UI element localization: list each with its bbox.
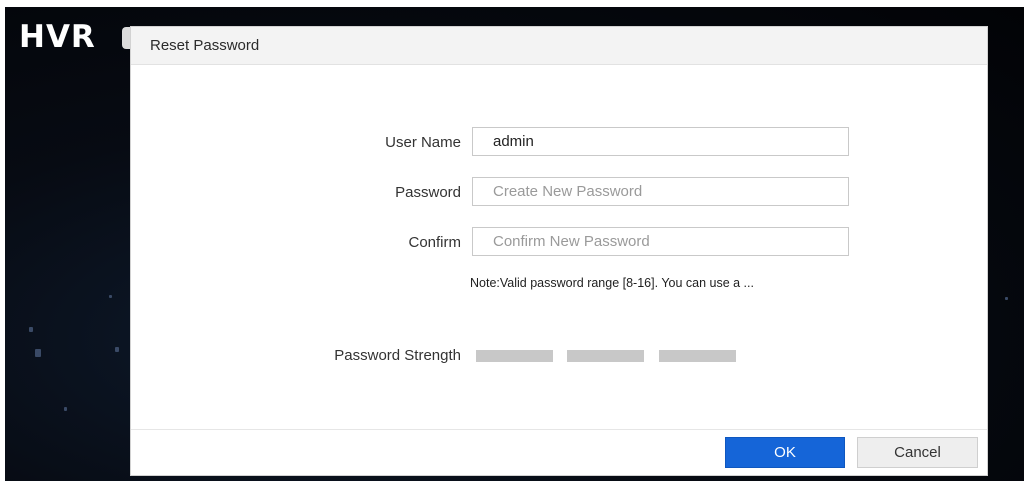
background-speck — [115, 347, 119, 352]
password-label: Password — [395, 184, 461, 201]
background-speck — [109, 295, 112, 298]
password-strength-label: Password Strength — [334, 347, 461, 364]
footer-divider — [131, 429, 987, 430]
reset-password-dialog: Reset Password User Name Password Confir… — [130, 26, 988, 476]
password-field[interactable] — [472, 177, 849, 206]
background-speck — [64, 407, 67, 411]
dialog-title: Reset Password — [150, 37, 260, 54]
password-strength-segment-1 — [476, 350, 553, 362]
confirm-label: Confirm — [408, 234, 461, 251]
background-speck — [29, 327, 33, 332]
dialog-header: Reset Password — [131, 27, 987, 65]
background-speck — [1005, 297, 1008, 300]
brand-logo: HVR — [19, 19, 96, 55]
brand-logo-tail — [122, 27, 130, 49]
password-note: Note:Valid password range [8-16]. You ca… — [470, 276, 754, 290]
username-label: User Name — [385, 134, 461, 151]
ok-button[interactable]: OK — [725, 437, 845, 468]
confirm-password-field[interactable] — [472, 227, 849, 256]
password-strength-segment-3 — [659, 350, 736, 362]
username-field[interactable] — [472, 127, 849, 156]
password-strength-segment-2 — [567, 350, 644, 362]
background-speck — [35, 349, 41, 357]
cancel-button[interactable]: Cancel — [857, 437, 978, 468]
